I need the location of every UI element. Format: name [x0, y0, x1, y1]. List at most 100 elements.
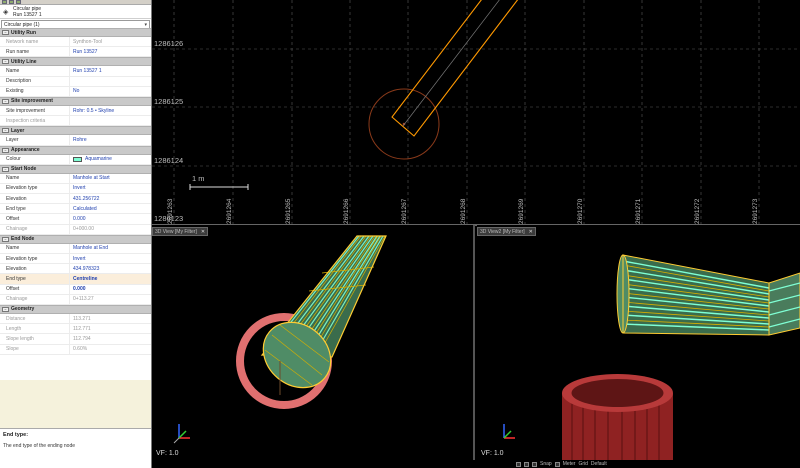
help-description: The end type of the ending node	[3, 443, 76, 449]
end-elev-type-value[interactable]: Invert	[69, 254, 151, 264]
snap-toggle[interactable]: Snap	[540, 461, 552, 467]
property-row: Description	[0, 76, 151, 87]
section-utility-run[interactable]: − Utility Run	[0, 28, 151, 37]
property-label: Slope length	[6, 335, 34, 342]
property-label: Name	[6, 175, 20, 182]
x-label: 2691270	[577, 198, 584, 224]
property-row: Slope length 112.794	[0, 334, 151, 345]
axis-gizmo-icon	[503, 424, 515, 439]
tab-3d-view[interactable]: 3D View [My Filter] ✕	[152, 227, 209, 236]
unit-toggle[interactable]: Meter	[563, 461, 576, 467]
view3d2-canvas[interactable]	[477, 225, 800, 460]
property-label: Colour	[6, 156, 21, 163]
toolbar-icon[interactable]	[2, 0, 7, 4]
vertical-factor: VF: 1.0	[156, 450, 179, 457]
section-layer[interactable]: − Layer	[0, 126, 151, 136]
pipe-centerline	[402, 0, 500, 127]
end-offset-value[interactable]: 0.000	[69, 284, 151, 294]
view3d2[interactable]: 3D View2 [My Filter] ✕ VF: 1.0	[477, 225, 800, 460]
property-row: Name Manhole at End	[0, 243, 151, 254]
plan-view[interactable]: 1286126 1286125 1286124 1286123 2691263 …	[152, 0, 800, 225]
property-row: Name Run 13527 1	[0, 66, 151, 77]
start-chainage-value: 0+000.00	[69, 224, 151, 234]
start-offset-value[interactable]: 0.000	[69, 214, 151, 224]
start-elev-type-value[interactable]: Invert	[69, 183, 151, 194]
section-site-improvement[interactable]: − Site improvement	[0, 96, 151, 106]
x-label: 2691264	[226, 198, 233, 224]
help-box: End type: The end type of the ending nod…	[0, 428, 151, 468]
slope-value: 0.60%	[69, 344, 151, 354]
property-row: Offset 0.000	[0, 214, 151, 225]
properties-panel: ◈ Circular pipe Run 13527 1 Circular pip…	[0, 0, 152, 468]
property-row: Chainage 0+000.00	[0, 224, 151, 235]
help-title: End type:	[3, 432, 29, 438]
section-title: End Node	[11, 236, 35, 243]
section-geometry[interactable]: − Geometry	[0, 304, 151, 314]
status-bar: Snap Meter Grid Default	[152, 460, 800, 468]
collapse-icon[interactable]: −	[2, 306, 9, 312]
property-row: Existing No	[0, 86, 151, 97]
end-elevation-value[interactable]: 434.978323	[69, 264, 151, 274]
description-value[interactable]	[69, 76, 151, 86]
grid-toggle[interactable]: Grid	[578, 461, 587, 467]
section-start-node[interactable]: − Start Node	[0, 164, 151, 174]
collapse-icon[interactable]: −	[2, 166, 9, 172]
line-name-value[interactable]: Run 13527 1	[69, 66, 151, 76]
x-label: 2691269	[518, 198, 525, 224]
run-name-value[interactable]: Run 13527	[69, 47, 151, 57]
chevron-down-icon[interactable]: ▾	[144, 22, 147, 28]
layer-value[interactable]: Rohre	[69, 135, 151, 145]
colour-value[interactable]: Aquamarine	[69, 154, 151, 164]
status-toggle-icon[interactable]	[554, 461, 560, 467]
x-label: 2691273	[752, 198, 759, 224]
colour-name: Aquamarine	[85, 156, 112, 163]
property-label: End type	[6, 205, 26, 212]
existing-value[interactable]: No	[69, 86, 151, 96]
collapse-icon[interactable]: −	[2, 59, 9, 65]
collapse-icon[interactable]: −	[2, 98, 9, 104]
status-toggle-icon[interactable]	[532, 461, 537, 467]
colour-swatch	[73, 156, 82, 162]
x-label: 2691267	[401, 198, 408, 224]
x-label: 2691263	[167, 198, 174, 224]
toolbar-icon[interactable]	[9, 0, 14, 4]
collapse-icon[interactable]: −	[2, 30, 9, 35]
view3d-canvas[interactable]	[152, 225, 475, 460]
property-row: Layer Rohre	[0, 135, 151, 146]
property-label: Existing	[6, 88, 24, 95]
tab-3d-view2[interactable]: 3D View2 [My Filter] ✕	[477, 227, 536, 236]
property-label: Offset	[6, 286, 20, 293]
property-label: Network name	[6, 38, 39, 45]
start-elevation-value[interactable]: 431.256722	[69, 194, 151, 204]
vertical-factor: VF: 1.0	[481, 450, 504, 457]
site-improvement-value[interactable]: Rohr: 0.5 • Skyline	[69, 105, 151, 116]
close-icon[interactable]: ✕	[201, 229, 205, 235]
status-toggle-icon[interactable]	[516, 461, 521, 467]
pipe-outline	[391, 0, 519, 137]
toolbar-icon[interactable]	[16, 0, 21, 4]
collapse-icon[interactable]: −	[2, 128, 9, 134]
section-end-node[interactable]: − End Node	[0, 234, 151, 244]
x-label: 2691272	[694, 198, 701, 224]
start-end-type-value[interactable]: Calculated	[69, 204, 151, 214]
property-label: Chainage	[6, 296, 28, 303]
property-row: Distance 113.271	[0, 313, 151, 325]
layer-default[interactable]: Default	[591, 461, 607, 467]
scale-label: 1 m	[192, 174, 205, 183]
collapse-icon[interactable]: −	[2, 236, 9, 242]
start-name-value[interactable]: Manhole at Start	[69, 173, 151, 183]
section-appearance[interactable]: − Appearance	[0, 145, 151, 155]
collapse-icon[interactable]: −	[2, 147, 9, 153]
y-label: 1286126	[154, 39, 183, 48]
close-icon[interactable]: ✕	[529, 229, 533, 235]
section-utility-line[interactable]: − Utility Line	[0, 57, 151, 67]
plan-canvas[interactable]: 1286126 1286125 1286124 1286123 2691263 …	[152, 0, 800, 225]
view3d[interactable]: 3D View [My Filter] ✕ VF: 1.0	[152, 225, 475, 460]
property-row: Run name Run 13527	[0, 47, 151, 58]
section-title: Utility Line	[11, 58, 37, 65]
end-name-value[interactable]: Manhole at End	[69, 243, 151, 253]
status-toggle-icon[interactable]	[524, 461, 529, 467]
end-end-type-value[interactable]: Centreline	[69, 274, 151, 284]
property-row: Elevation type Invert	[0, 183, 151, 195]
section-title: Site improvement	[11, 98, 53, 105]
